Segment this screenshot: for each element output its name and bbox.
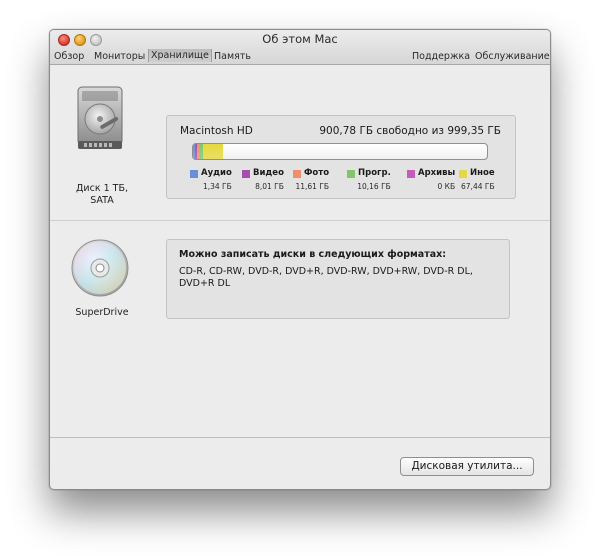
legend-size: 8,01 ГБ (255, 182, 284, 191)
about-this-mac-window: Об этом Mac Обзор Мониторы Хранилище Пам… (49, 29, 551, 490)
legend-label: Фото (304, 168, 330, 178)
superdrive-icon (70, 238, 130, 298)
legend-size: 67,44 ГБ (461, 182, 495, 191)
tab-storage[interactable]: Хранилище (148, 49, 212, 62)
disk-panel: Macintosh HD 900,78 ГБ свободно из 999,3… (166, 115, 516, 199)
tab-memory[interactable]: Память (214, 51, 251, 62)
disk-label-line2: SATA (90, 195, 114, 206)
storage-usage-bar (192, 143, 488, 160)
legend-size: 0 КБ (437, 182, 456, 191)
legend-label: Иное (470, 168, 495, 178)
superdrive-panel: Можно записать диски в следующих формата… (166, 239, 510, 319)
legend-size: 11,61 ГБ (295, 182, 330, 191)
free-space-text: 900,78 ГБ свободно из 999,35 ГБ (319, 125, 501, 137)
volume-name: Macintosh HD (180, 125, 253, 137)
superdrive-label: SuperDrive (75, 307, 129, 318)
title-bar: Об этом Mac Обзор Мониторы Хранилище Пам… (50, 30, 550, 65)
tab-service[interactable]: Обслуживание (475, 51, 550, 62)
legend-label: Видео (253, 168, 284, 178)
tab-displays[interactable]: Мониторы (94, 51, 145, 62)
legend-swatch (347, 170, 355, 178)
window-title: Об этом Mac (262, 32, 338, 46)
storage-content: Диск 1 ТБ, SATA Macintosh HD 900,78 ГБ с… (50, 65, 550, 445)
legend-label: Архивы (418, 168, 456, 178)
legend-swatch (242, 170, 250, 178)
legend-size: 1,34 ГБ (202, 182, 232, 191)
legend-swatch (293, 170, 301, 178)
legend-label: Аудио (201, 168, 232, 178)
formats-list: CD-R, CD-RW, DVD-R, DVD+R, DVD-RW, DVD+R… (179, 266, 473, 289)
tab-support[interactable]: Поддержка (412, 51, 470, 62)
legend-swatch (190, 170, 198, 178)
disk-utility-button[interactable]: Дисковая утилита... (400, 457, 534, 476)
formats-title: Можно записать диски в следующих формата… (179, 249, 447, 260)
disk-label-line1: Диск 1 ТБ, (76, 183, 128, 194)
disk-label: Диск 1 ТБ, SATA (64, 183, 140, 207)
devices-separator (50, 220, 550, 221)
legend-size: 10,16 ГБ (357, 182, 391, 191)
legend-swatch (459, 170, 467, 178)
legend-label: Прогр. (358, 168, 391, 178)
hard-disk-icon (72, 85, 128, 153)
tab-overview[interactable]: Обзор (54, 51, 84, 62)
footer-separator (50, 437, 550, 438)
legend-swatch (407, 170, 415, 178)
usage-segment (203, 144, 223, 159)
